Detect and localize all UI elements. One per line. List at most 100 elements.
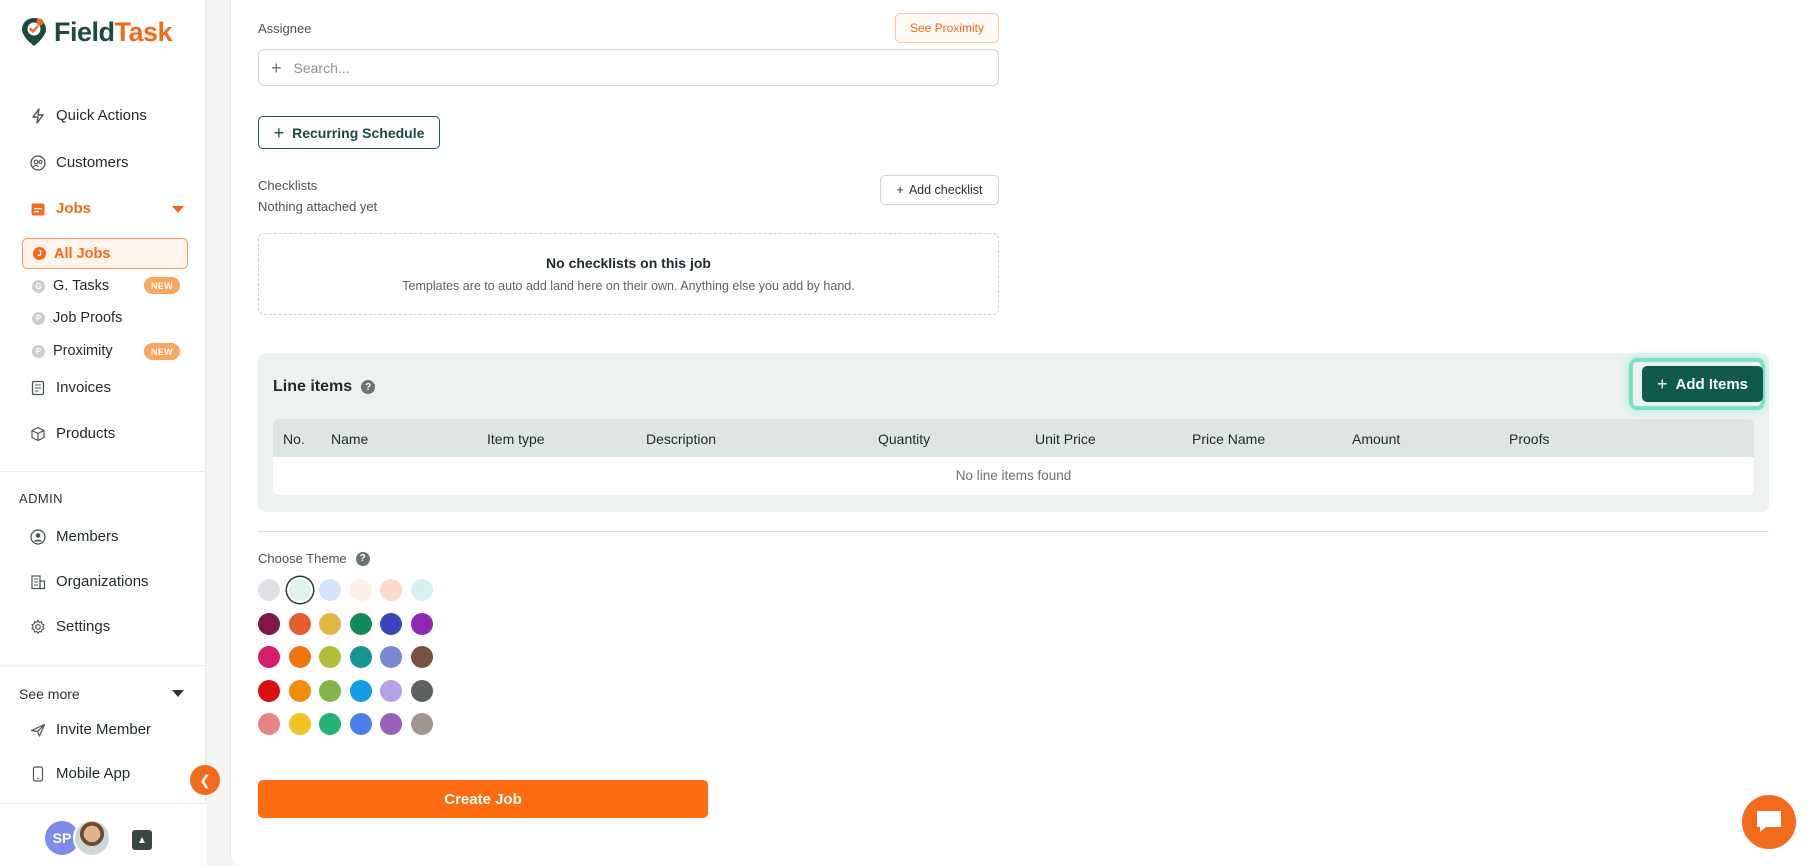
plus-icon: + xyxy=(1656,374,1668,394)
sidebar-subitem-proximity[interactable]: P Proximity xyxy=(32,343,113,359)
theme-swatch[interactable] xyxy=(380,579,402,601)
theme-swatch[interactable] xyxy=(410,612,433,635)
assignee-search-input[interactable]: + Search... xyxy=(258,49,999,86)
column-header: No. xyxy=(283,431,305,447)
choose-theme-text: Choose Theme xyxy=(258,551,347,566)
theme-swatch[interactable] xyxy=(288,612,311,635)
theme-swatch[interactable] xyxy=(258,713,280,735)
plane-icon xyxy=(30,722,46,738)
theme-swatch[interactable] xyxy=(410,713,433,735)
add-checklist-button[interactable]: + Add checklist xyxy=(880,175,999,205)
sidebar-item-customers[interactable]: Customers xyxy=(30,154,129,171)
sidebar-item-label: Settings xyxy=(56,618,111,635)
avatar-photo[interactable] xyxy=(73,819,111,857)
theme-swatch[interactable] xyxy=(288,646,311,668)
sidebar-item-mobile-app[interactable]: Mobile App xyxy=(30,765,130,782)
theme-swatch[interactable] xyxy=(319,579,341,601)
sidebar-item-invite-member[interactable]: Invite Member xyxy=(30,721,151,738)
theme-swatch[interactable] xyxy=(349,713,372,735)
theme-swatch[interactable] xyxy=(349,646,372,668)
expand-up-icon[interactable]: ▲ xyxy=(132,830,152,850)
column-header: Description xyxy=(646,431,717,447)
empty-title: No checklists on this job xyxy=(546,255,711,271)
theme-swatch[interactable] xyxy=(288,713,311,735)
theme-swatch[interactable] xyxy=(288,579,311,601)
sidebar-item-quick-actions[interactable]: Quick Actions xyxy=(30,107,147,124)
sidebar-item-invoices[interactable]: Invoices xyxy=(30,379,111,396)
sidebar-subitem-g-tasks[interactable]: G G. Tasks xyxy=(32,278,109,294)
chevron-left-icon: ❮ xyxy=(199,771,211,788)
assignee-label: Assignee xyxy=(258,21,312,36)
recurring-schedule-label: Recurring Schedule xyxy=(292,124,425,141)
theme-swatch[interactable] xyxy=(349,612,372,635)
phone-icon xyxy=(30,765,46,782)
theme-swatch[interactable] xyxy=(380,713,402,735)
column-header: Name xyxy=(331,431,369,447)
see-proximity-button[interactable]: See Proximity xyxy=(895,13,999,43)
recurring-schedule-button[interactable]: + Recurring Schedule xyxy=(258,116,440,149)
sidebar-item-jobs[interactable]: Jobs xyxy=(30,200,91,217)
sidebar-item-organizations[interactable]: Organizations xyxy=(30,573,149,590)
add-items-button[interactable]: + Add Items xyxy=(1642,366,1763,402)
theme-swatch[interactable] xyxy=(349,579,372,601)
sidebar-item-label: Products xyxy=(56,425,116,442)
theme-swatch[interactable] xyxy=(288,679,311,702)
theme-swatch[interactable] xyxy=(380,612,402,635)
line-items-table-header: No. Name Item type Description Quantity … xyxy=(273,419,1754,457)
theme-swatch[interactable] xyxy=(258,612,280,635)
sidebar-item-label: Organizations xyxy=(56,573,149,590)
empty-subtitle: Templates are to auto add land here on t… xyxy=(402,279,855,293)
theme-swatch[interactable] xyxy=(349,679,372,702)
theme-swatch[interactable] xyxy=(319,713,341,735)
theme-swatch[interactable] xyxy=(258,646,280,668)
dot-icon: G xyxy=(32,279,45,293)
theme-swatch[interactable] xyxy=(319,679,341,702)
theme-swatch[interactable] xyxy=(410,646,433,668)
plus-icon: + xyxy=(273,122,285,143)
sidebar-subitem-all-jobs[interactable]: J All Jobs xyxy=(22,238,188,269)
chat-support-button[interactable] xyxy=(1742,795,1796,849)
checklists-empty-state: No checklists on this job Templates are … xyxy=(258,233,999,315)
dot-icon: J xyxy=(33,247,46,260)
sidebar-item-label: Customers xyxy=(56,154,129,171)
chevron-down-icon[interactable] xyxy=(172,690,184,697)
new-badge: NEW xyxy=(144,343,180,360)
see-more-toggle[interactable]: See more xyxy=(19,686,80,702)
search-placeholder: Search... xyxy=(293,59,350,76)
section-divider xyxy=(258,531,1769,532)
brand-logo[interactable]: FieldTask xyxy=(20,16,173,48)
theme-swatch[interactable] xyxy=(258,679,280,702)
users-icon xyxy=(30,154,46,171)
theme-swatch[interactable] xyxy=(319,646,341,668)
sidebar-item-label: Invoices xyxy=(56,379,112,396)
line-items-title: Line items ? xyxy=(273,378,376,396)
theme-swatch[interactable] xyxy=(258,579,280,601)
plus-icon: + xyxy=(271,57,282,78)
sidebar-item-settings[interactable]: Settings xyxy=(30,618,110,635)
sidebar-item-members[interactable]: Members xyxy=(30,528,119,545)
sidebar-subitem-job-proofs[interactable]: P Job Proofs xyxy=(32,310,122,326)
sidebar-item-products[interactable]: Products xyxy=(30,425,115,442)
help-icon[interactable]: ? xyxy=(355,551,370,566)
choose-theme-label: Choose Theme ? xyxy=(258,551,370,566)
sidebar-item-label: Job Proofs xyxy=(53,310,123,326)
theme-swatch[interactable] xyxy=(410,679,433,702)
theme-swatch[interactable] xyxy=(319,612,341,635)
calendar-icon xyxy=(30,201,46,217)
bolt-icon xyxy=(30,107,46,124)
help-icon[interactable]: ? xyxy=(361,380,376,394)
column-header: Amount xyxy=(1352,431,1401,447)
dot-icon: P xyxy=(32,311,45,325)
chat-icon xyxy=(1757,811,1781,832)
sidebar-item-label: Jobs xyxy=(56,200,92,217)
collapse-sidebar-button[interactable]: ❮ xyxy=(190,765,220,795)
member-icon xyxy=(30,528,46,545)
chevron-down-icon[interactable] xyxy=(172,206,184,213)
create-job-button[interactable]: Create Job xyxy=(258,780,708,818)
theme-swatch[interactable] xyxy=(380,646,402,668)
building-icon xyxy=(30,574,46,590)
line-items-empty-row: No line items found xyxy=(273,457,1754,495)
sidebar: FieldTask Quick Actions Customers Jobs J… xyxy=(0,0,206,866)
theme-swatch[interactable] xyxy=(410,579,433,601)
theme-swatch[interactable] xyxy=(380,679,402,702)
